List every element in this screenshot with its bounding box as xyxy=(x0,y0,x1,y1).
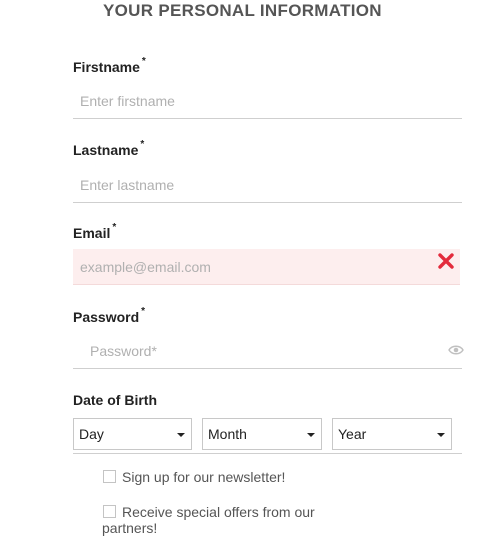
caret-down-icon xyxy=(437,433,445,437)
caret-down-icon xyxy=(177,433,185,437)
required-marker: * xyxy=(140,139,145,150)
password-label: Password * xyxy=(73,306,146,325)
firstname-label: Firstname * xyxy=(73,56,146,75)
month-select[interactable]: Month xyxy=(202,418,322,450)
email-label: Email * xyxy=(73,222,117,241)
newsletter-checkbox[interactable] xyxy=(103,470,116,483)
year-select[interactable]: Year xyxy=(332,418,452,450)
dob-label: Date of Birth xyxy=(73,392,157,408)
month-select-value: Month xyxy=(208,426,247,442)
caret-down-icon xyxy=(307,433,315,437)
required-marker: * xyxy=(112,222,117,233)
firstname-label-text: Firstname xyxy=(73,59,140,75)
dob-divider xyxy=(73,453,462,454)
lastname-input[interactable] xyxy=(73,167,462,203)
password-input[interactable] xyxy=(73,333,462,369)
email-label-text: Email xyxy=(73,225,111,241)
page-title: YOUR PERSONAL INFORMATION xyxy=(103,1,382,20)
eye-icon[interactable] xyxy=(448,344,464,356)
close-icon[interactable] xyxy=(437,252,455,270)
required-marker: * xyxy=(141,306,146,317)
required-marker: * xyxy=(141,56,146,67)
email-input[interactable] xyxy=(73,249,460,285)
partners-label[interactable]: Receive special offers from our partners… xyxy=(102,504,342,536)
newsletter-label[interactable]: Sign up for our newsletter! xyxy=(122,469,422,485)
lastname-label-text: Lastname xyxy=(73,142,139,158)
lastname-label: Lastname * xyxy=(73,139,145,158)
firstname-input[interactable] xyxy=(73,83,462,119)
day-select-value: Day xyxy=(79,426,104,442)
password-label-text: Password xyxy=(73,309,140,325)
day-select[interactable]: Day xyxy=(73,418,192,450)
year-select-value: Year xyxy=(338,426,367,442)
